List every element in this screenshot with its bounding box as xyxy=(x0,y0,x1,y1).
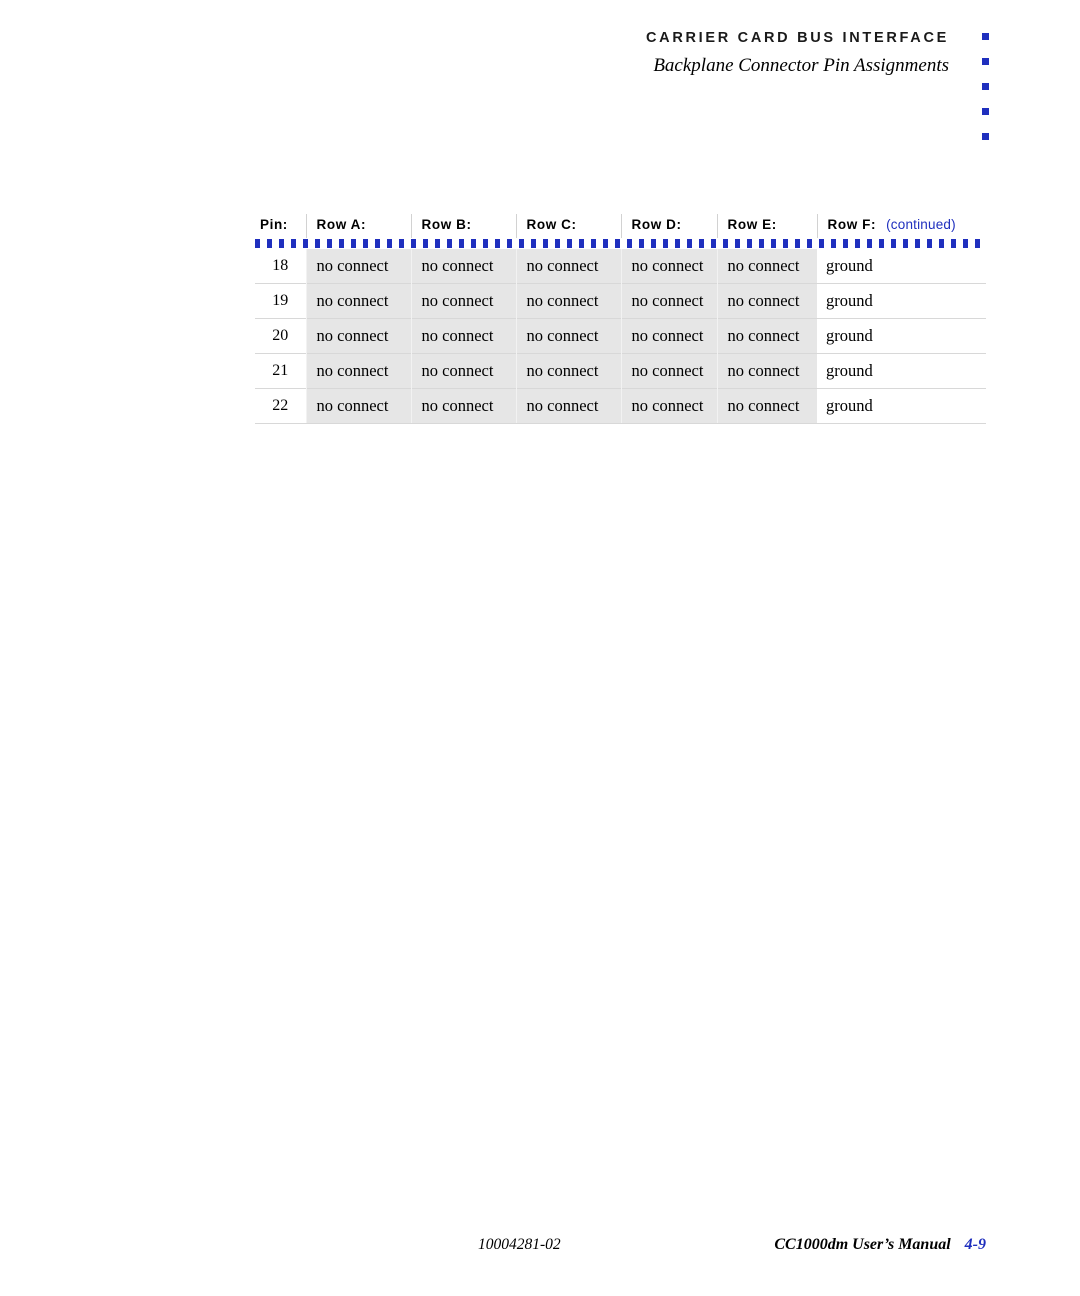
blue-square-dot-icon xyxy=(982,133,989,140)
cell-row-b: no connect xyxy=(410,249,516,284)
column-header-row-f-label: Row F: xyxy=(827,217,877,232)
cell-row-e: no connect xyxy=(716,353,817,389)
cell-pin: 19 xyxy=(255,283,306,319)
column-header-row-c: Row C: xyxy=(515,214,621,238)
cell-row-e: no connect xyxy=(716,249,817,284)
cell-row-f: ground xyxy=(817,388,986,424)
table-header: Pin: Row A: Row B: Row C: Row D: Row E: … xyxy=(255,214,986,249)
cell-row-d: no connect xyxy=(620,388,717,424)
cell-pin: 21 xyxy=(255,353,306,389)
column-header-row-d-label: Row D: xyxy=(631,217,682,232)
column-header-row-b: Row B: xyxy=(410,214,516,238)
cell-row-e: no connect xyxy=(716,388,817,424)
footer-page-number: 4-9 xyxy=(964,1236,986,1253)
footer-document-number: 10004281-02 xyxy=(478,1236,561,1253)
cell-row-a: no connect xyxy=(305,353,411,389)
cell-row-e: no connect xyxy=(716,283,817,319)
cell-row-d: no connect xyxy=(620,318,717,354)
table-row: 22 no connect no connect no connect no c… xyxy=(255,388,986,424)
table-body: 18 no connect no connect no connect no c… xyxy=(255,249,986,424)
cell-pin: 22 xyxy=(255,388,306,424)
column-header-pin-label: Pin: xyxy=(260,217,288,232)
table-header-rule-cell xyxy=(255,238,986,249)
edge-marker-dots xyxy=(982,33,992,158)
column-header-row-f: Row F: (continued) xyxy=(816,214,986,238)
cell-row-c: no connect xyxy=(515,283,621,319)
cell-row-b: no connect xyxy=(410,388,516,424)
footer-manual-block: CC1000dm User’s Manual 4-9 xyxy=(774,1236,986,1254)
table-header-rule-row xyxy=(255,238,986,249)
cell-row-c: no connect xyxy=(515,249,621,284)
table-row: 21 no connect no connect no connect no c… xyxy=(255,353,986,389)
cell-row-d: no connect xyxy=(620,283,717,319)
cell-row-f: ground xyxy=(817,249,986,284)
blue-dotted-rule xyxy=(255,239,986,248)
table-row: 18 no connect no connect no connect no c… xyxy=(255,249,986,284)
page-title: CARRIER CARD BUS INTERFACE xyxy=(645,30,949,46)
cell-row-b: no connect xyxy=(410,283,516,319)
cell-row-d: no connect xyxy=(620,249,717,284)
blue-square-dot-icon xyxy=(982,108,989,115)
cell-row-a: no connect xyxy=(305,388,411,424)
page-footer: 10004281-02 CC1000dm User’s Manual 4-9 xyxy=(0,1236,1080,1266)
cell-row-a: no connect xyxy=(305,283,411,319)
column-header-row-d: Row D: xyxy=(620,214,717,238)
column-header-row-c-label: Row C: xyxy=(526,217,577,232)
blue-square-dot-icon xyxy=(982,83,989,90)
cell-row-b: no connect xyxy=(410,353,516,389)
cell-row-c: no connect xyxy=(515,353,621,389)
column-header-row-a-label: Row A: xyxy=(316,217,367,232)
table-header-row: Pin: Row A: Row B: Row C: Row D: Row E: … xyxy=(255,214,986,238)
cell-row-d: no connect xyxy=(620,353,717,389)
cell-row-f: ground xyxy=(817,318,986,354)
blue-square-dot-icon xyxy=(982,58,989,65)
cell-row-f: ground xyxy=(817,283,986,319)
table-continued-note: (continued) xyxy=(886,217,956,232)
footer-manual-title: CC1000dm User’s Manual xyxy=(774,1236,951,1253)
cell-row-c: no connect xyxy=(515,318,621,354)
page-header: CARRIER CARD BUS INTERFACE Backplane Con… xyxy=(0,0,1080,140)
column-header-row-b-label: Row B: xyxy=(421,217,472,232)
pin-assignment-table: Pin: Row A: Row B: Row C: Row D: Row E: … xyxy=(255,214,986,424)
cell-row-a: no connect xyxy=(305,318,411,354)
column-header-pin: Pin: xyxy=(255,214,306,238)
cell-row-e: no connect xyxy=(716,318,817,354)
pin-assignment-table-container: Pin: Row A: Row B: Row C: Row D: Row E: … xyxy=(255,214,986,424)
cell-row-b: no connect xyxy=(410,318,516,354)
column-header-row-e-label: Row E: xyxy=(727,217,777,232)
blue-square-dot-icon xyxy=(982,33,989,40)
cell-row-a: no connect xyxy=(305,249,411,284)
table-row: 20 no connect no connect no connect no c… xyxy=(255,318,986,354)
page-subtitle: Backplane Connector Pin Assignments xyxy=(653,55,949,76)
header-text-block: CARRIER CARD BUS INTERFACE Backplane Con… xyxy=(329,28,949,79)
cell-row-c: no connect xyxy=(515,388,621,424)
column-header-row-a: Row A: xyxy=(305,214,411,238)
table-row: 19 no connect no connect no connect no c… xyxy=(255,283,986,319)
cell-row-f: ground xyxy=(817,353,986,389)
cell-pin: 20 xyxy=(255,318,306,354)
cell-pin: 18 xyxy=(255,249,306,284)
column-header-row-e: Row E: xyxy=(716,214,817,238)
